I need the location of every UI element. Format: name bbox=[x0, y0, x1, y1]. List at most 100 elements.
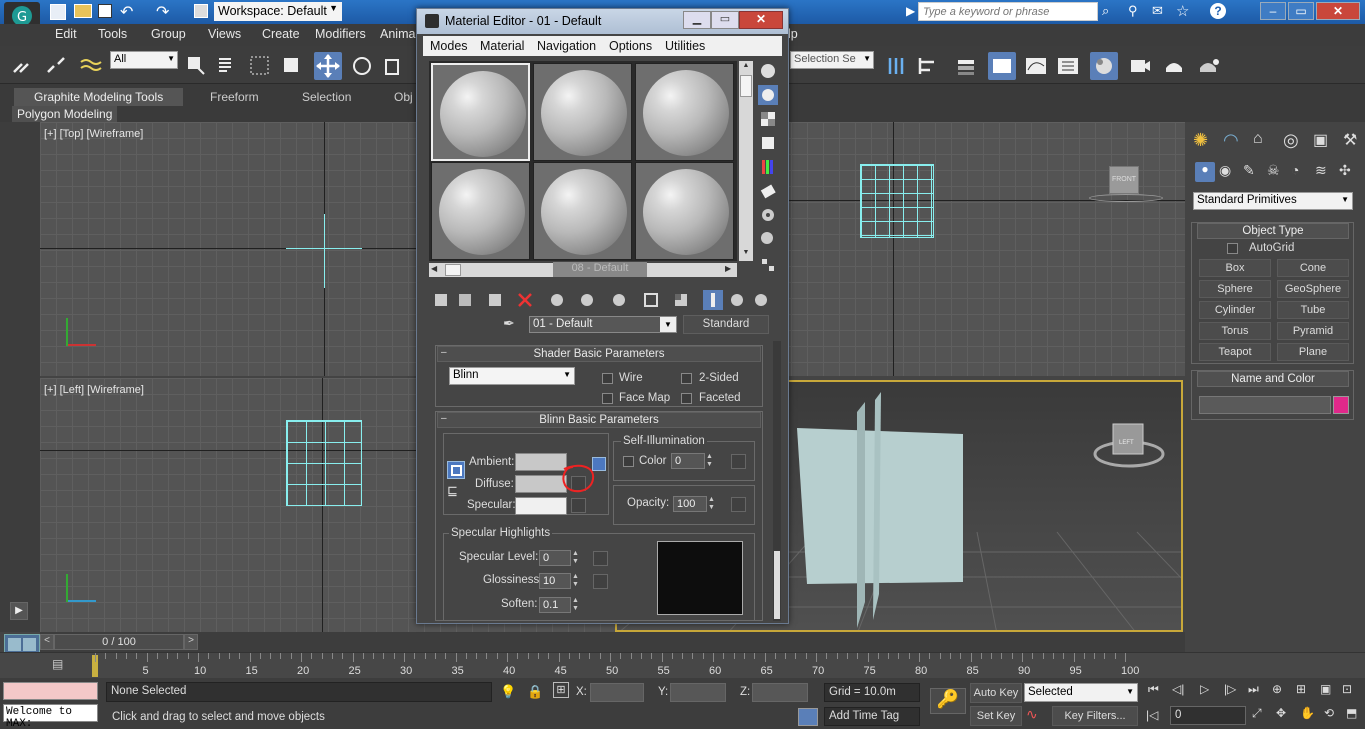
curve-editor-icon[interactable] bbox=[1022, 52, 1050, 80]
plane-button[interactable]: Plane bbox=[1277, 343, 1349, 361]
hierarchy-tab-icon[interactable]: ⌂ bbox=[1253, 130, 1263, 148]
time-slider[interactable]: < 0 / 100 > bbox=[40, 632, 1185, 652]
communication-icon[interactable]: ✉ bbox=[1152, 3, 1163, 19]
menu-views[interactable]: Views bbox=[208, 27, 241, 41]
collapse-icon[interactable]: – bbox=[441, 413, 447, 424]
display-tab-icon[interactable]: ▣ bbox=[1313, 130, 1328, 150]
pan-icon[interactable]: ✋ bbox=[1300, 706, 1315, 720]
object-color-swatch[interactable] bbox=[1333, 396, 1349, 414]
close-button[interactable]: ✕ bbox=[1316, 2, 1360, 20]
favorites-star-icon[interactable]: ☆ bbox=[1176, 2, 1189, 20]
current-frame-field[interactable]: 0 bbox=[1170, 706, 1246, 725]
next-frame-icon[interactable]: |▷ bbox=[1224, 682, 1236, 696]
key-mode-dropdown[interactable]: Selected ▼ bbox=[1024, 683, 1138, 702]
maximize-viewport-icon[interactable]: ▣ bbox=[1320, 682, 1331, 696]
bind-space-warp-icon[interactable] bbox=[76, 52, 104, 80]
go-to-parent-icon[interactable] bbox=[703, 290, 723, 310]
maxscript-mini-listener[interactable]: Welcome to MAX: bbox=[3, 704, 98, 729]
open-file-icon[interactable] bbox=[74, 4, 92, 18]
tube-button[interactable]: Tube bbox=[1277, 301, 1349, 319]
object-type-title[interactable]: Object Type bbox=[1197, 223, 1349, 239]
menu-modes[interactable]: Modes bbox=[430, 39, 468, 53]
menu-help[interactable]: lp bbox=[788, 27, 798, 41]
make-preview-icon[interactable] bbox=[758, 181, 778, 201]
sample-slot[interactable] bbox=[635, 63, 734, 161]
cylinder-button[interactable]: Cylinder bbox=[1199, 301, 1271, 319]
select-object-icon[interactable] bbox=[182, 52, 210, 80]
video-color-check-icon[interactable] bbox=[758, 157, 778, 177]
key-filters-button[interactable]: Key Filters... bbox=[1052, 706, 1138, 726]
zoom-all-icon[interactable]: ⊞ bbox=[1296, 682, 1306, 696]
show-map-icon[interactable] bbox=[641, 290, 661, 310]
time-config-icon[interactable]: |◁ bbox=[1146, 708, 1158, 722]
plane-object[interactable] bbox=[857, 402, 865, 628]
glossiness-spinner[interactable]: 10 bbox=[539, 573, 571, 589]
space-warps-icon[interactable]: ≋ bbox=[1315, 162, 1327, 179]
window-crossing-icon[interactable] bbox=[278, 52, 306, 80]
object-name-input[interactable] bbox=[1199, 396, 1331, 414]
select-by-name-icon[interactable] bbox=[214, 52, 242, 80]
orbit-icon[interactable]: ✥ bbox=[1276, 706, 1286, 720]
y-coordinate-field[interactable] bbox=[670, 683, 726, 702]
help-icon[interactable]: ? bbox=[1210, 3, 1226, 19]
material-type-button[interactable]: Standard bbox=[683, 315, 769, 334]
glossiness-map-button[interactable] bbox=[593, 574, 608, 589]
lights-icon[interactable]: ✎ bbox=[1243, 162, 1255, 179]
spinner-arrows-icon[interactable]: ▲ ▼ bbox=[571, 597, 580, 613]
unlink-icon[interactable] bbox=[42, 52, 70, 80]
viewport-top-label[interactable]: [+] [Top] [Wireframe] bbox=[44, 128, 143, 140]
arc-rotate-icon[interactable]: ⟲ bbox=[1324, 706, 1334, 720]
mirror-icon[interactable] bbox=[882, 52, 910, 80]
next-frame-arrow-icon[interactable]: > bbox=[184, 634, 198, 650]
time-tag-icon[interactable] bbox=[798, 708, 818, 726]
maximize-button[interactable]: ▭ bbox=[1288, 2, 1314, 20]
shapes-icon[interactable]: ◉ bbox=[1219, 162, 1231, 179]
opacity-spinner[interactable]: 100 bbox=[673, 496, 707, 512]
teapot-button[interactable]: Teapot bbox=[1199, 343, 1271, 361]
geosphere-button[interactable]: GeoSphere bbox=[1277, 280, 1349, 298]
shader-basic-title[interactable]: Shader Basic Parameters bbox=[437, 346, 761, 362]
reset-map-icon[interactable] bbox=[515, 290, 535, 310]
project-folder-icon[interactable] bbox=[194, 4, 208, 18]
spinner-arrows-icon[interactable]: ▲ ▼ bbox=[705, 453, 714, 469]
lock-ambient-diffuse-icon[interactable] bbox=[447, 461, 465, 479]
go-to-start-icon[interactable]: ⏮ bbox=[1148, 682, 1159, 697]
utilities-tab-icon[interactable]: ⚒ bbox=[1343, 130, 1357, 150]
absolute-mode-icon[interactable]: ⊞ bbox=[553, 682, 569, 698]
modify-tab-icon[interactable]: ◠ bbox=[1223, 130, 1239, 151]
play-expand-icon[interactable]: ▶ bbox=[10, 602, 28, 620]
maximize-toggle-icon[interactable]: ⬒ bbox=[1346, 706, 1357, 720]
get-material-icon[interactable] bbox=[431, 290, 451, 310]
scroll-up-arrow-icon[interactable]: ▲ bbox=[740, 62, 752, 72]
specular-level-map-button[interactable] bbox=[593, 551, 608, 566]
soften-spinner[interactable]: 0.1 bbox=[539, 597, 571, 613]
minimize-button[interactable]: ▁ bbox=[683, 11, 711, 29]
lock-diffuse-specular-icon[interactable]: ⊑ bbox=[447, 483, 465, 501]
undo-icon[interactable]: ↶ bbox=[120, 2, 133, 22]
scrollbar-thumb[interactable] bbox=[445, 264, 461, 276]
face-map-checkbox[interactable] bbox=[602, 393, 613, 404]
category-dropdown[interactable]: Standard Primitives ▼ bbox=[1193, 192, 1353, 210]
redo-icon[interactable]: ↷ bbox=[156, 2, 169, 22]
new-file-icon[interactable] bbox=[50, 4, 66, 20]
go-forward-sibling-icon[interactable] bbox=[727, 290, 747, 310]
zoom-icon[interactable]: ⤢ bbox=[1252, 706, 1262, 721]
options-icon[interactable] bbox=[758, 205, 778, 225]
material-editor-icon[interactable] bbox=[1090, 52, 1118, 80]
show-end-result-icon[interactable] bbox=[671, 290, 691, 310]
graphite-toggle-icon[interactable] bbox=[988, 52, 1016, 80]
box-button[interactable]: Box bbox=[1199, 259, 1271, 277]
auto-key-button[interactable]: Auto Key bbox=[970, 683, 1022, 703]
isolate-bulb-icon[interactable]: 💡 bbox=[500, 684, 516, 700]
key-icon[interactable]: 🔑 bbox=[930, 688, 966, 714]
close-button[interactable]: ✕ bbox=[739, 11, 783, 29]
sample-slot[interactable] bbox=[533, 63, 632, 161]
search-input[interactable] bbox=[918, 2, 1098, 21]
select-and-rotate-icon[interactable] bbox=[348, 52, 376, 80]
tab-freeform[interactable]: Freeform bbox=[190, 88, 279, 106]
sample-slot[interactable] bbox=[635, 162, 734, 260]
backlight-icon[interactable] bbox=[758, 85, 778, 105]
sample-slot[interactable] bbox=[431, 162, 530, 260]
track-bar-icon[interactable]: ▤ bbox=[52, 657, 72, 673]
collapse-icon[interactable]: – bbox=[441, 347, 447, 358]
